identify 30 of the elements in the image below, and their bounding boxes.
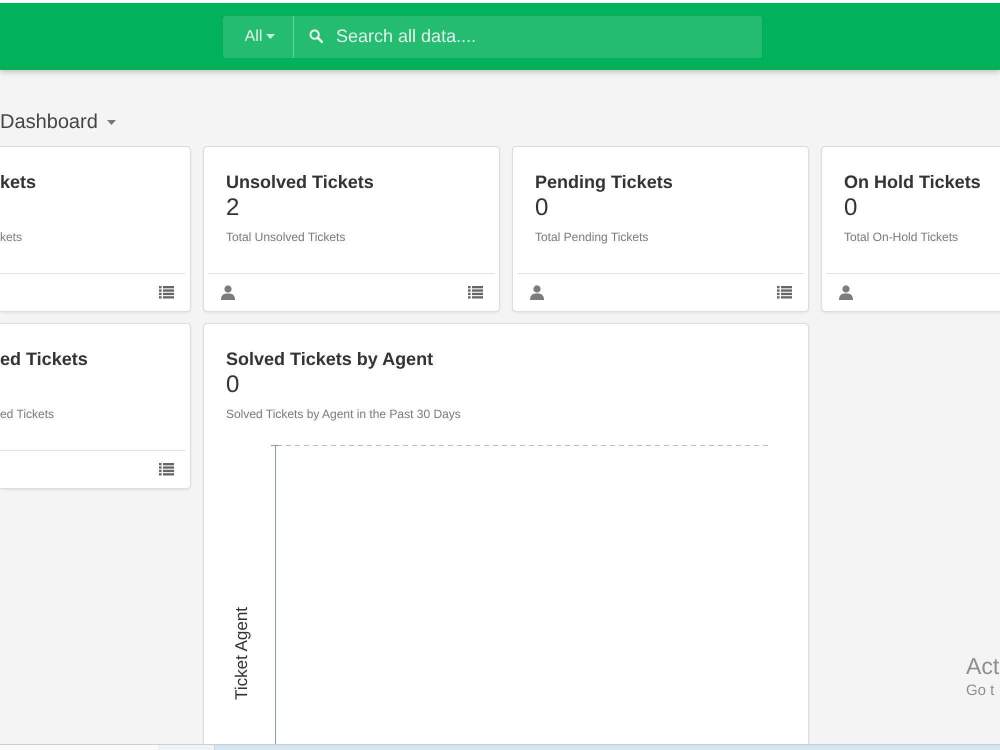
user-icon[interactable]	[530, 285, 544, 300]
card-value: 2	[226, 194, 240, 222]
activation-notice-title: Act	[966, 652, 1000, 680]
list-icon[interactable]	[159, 286, 174, 300]
card-subtitle: ed Tickets	[0, 406, 54, 422]
list-icon[interactable]	[468, 286, 483, 300]
card-value: 0	[844, 194, 858, 222]
card-value: 0	[535, 194, 548, 222]
card-subtitle: Solved Tickets by Agent in the Past 30 Days	[226, 406, 461, 422]
card-title: On Hold Tickets	[844, 171, 981, 194]
card-title: kets	[0, 171, 36, 194]
activation-notice-text: Go t	[966, 682, 996, 700]
card-title: Unsolved Tickets	[226, 171, 374, 194]
y-axis-label: Ticket Agent	[232, 607, 251, 700]
card-title: Pending Tickets	[535, 171, 673, 194]
card-title: Solved Tickets by Agent	[226, 348, 434, 371]
card-subtitle: Total Unsolved Tickets	[226, 229, 346, 245]
card-title: ed Tickets	[0, 348, 88, 371]
search-icon	[309, 28, 323, 42]
caret-icon	[266, 34, 276, 39]
dashboard-dropdown[interactable]: Dashboard	[0, 110, 116, 134]
user-icon[interactable]	[839, 285, 853, 300]
user-icon[interactable]	[221, 285, 235, 300]
list-icon[interactable]	[159, 463, 174, 476]
card-subtitle: Total On-Hold Tickets	[844, 229, 958, 245]
card-subtitle: kets	[0, 229, 22, 245]
list-icon[interactable]	[777, 286, 792, 300]
card-subtitle: Total Pending Tickets	[535, 229, 648, 245]
card-value: 0	[226, 371, 240, 399]
caret-icon	[106, 120, 116, 124]
